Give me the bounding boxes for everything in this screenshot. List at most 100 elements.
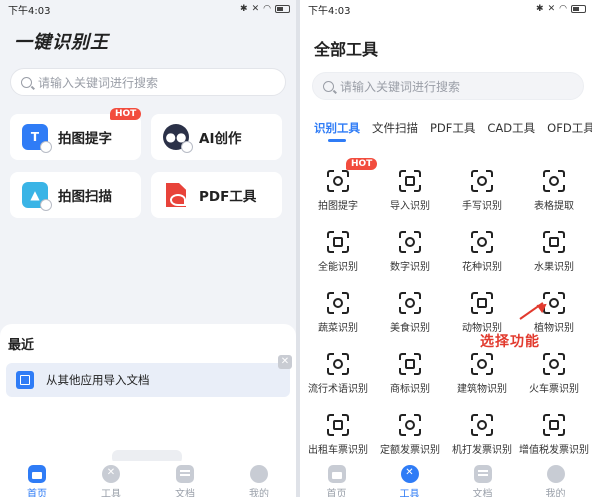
tab-label: 工具	[101, 489, 121, 497]
tab-home[interactable]: 首页	[307, 465, 367, 497]
feature-ai-create-button[interactable]: ●● AI创作	[151, 114, 282, 160]
tool-item[interactable]: 商标识别	[374, 353, 446, 395]
tab-label: 首页	[326, 489, 347, 497]
tool-item[interactable]: 蔬菜识别	[302, 292, 374, 334]
tool-item[interactable]: 建筑物识别	[446, 353, 518, 395]
tool-label: 商标识别	[390, 384, 430, 395]
tab-file-scan[interactable]: 文件扫描	[366, 120, 424, 146]
tool-label: 建筑物识别	[457, 384, 507, 395]
user-icon	[546, 465, 565, 483]
category-tabs: 识别工具 文件扫描 PDF工具 CAD工具 OFD工具	[300, 120, 592, 146]
tab-tools[interactable]: 工具	[380, 465, 440, 497]
tool-label: 定额发票识别	[380, 445, 440, 456]
battery-icon	[571, 5, 586, 13]
scan-frame-icon	[399, 414, 421, 436]
tool-item[interactable]: 定额发票识别	[374, 414, 446, 456]
status-bar: 下午4:03 ✱ ✕ ◠	[0, 0, 296, 18]
scan-frame-icon	[543, 353, 565, 375]
tab-home[interactable]: 首页	[7, 465, 67, 497]
scan-frame-icon	[327, 414, 349, 436]
hot-badge: HOT	[110, 108, 142, 120]
home-icon	[327, 465, 346, 483]
tool-item[interactable]: 增值税发票识别	[518, 414, 590, 456]
tab-recognition-tools[interactable]: 识别工具	[308, 120, 366, 146]
tool-item[interactable]: 全能识别	[302, 231, 374, 273]
bottom-tab-bar: 首页 工具 文档 我的	[300, 461, 592, 497]
tab-pdf-tools[interactable]: PDF工具	[424, 120, 481, 146]
scan-frame-icon	[471, 292, 493, 314]
tab-label: 文档	[175, 489, 195, 497]
tab-label: 首页	[27, 489, 47, 497]
tool-item[interactable]: 数字识别	[374, 231, 446, 273]
tab-me[interactable]: 我的	[229, 465, 289, 497]
search-input[interactable]: 请输入关键词进行搜索	[10, 68, 286, 96]
feature-photo-text-button[interactable]: T 拍图提字 HOT	[10, 108, 142, 160]
tool-item[interactable]: 动物识别	[446, 292, 518, 334]
all-tools-screen: 下午4:03 ✱ ✕ ◠ 全部工具 请输入关键词进行搜索 识别工具 文件扫描 P…	[300, 0, 592, 497]
tool-label: 蔬菜识别	[318, 323, 358, 334]
status-time: 下午4:03	[8, 5, 51, 17]
wifi-icon: ◠	[263, 3, 271, 14]
annotation-text: 选择功能	[480, 334, 540, 350]
tab-documents[interactable]: 文档	[453, 465, 513, 497]
tab-documents[interactable]: 文档	[155, 465, 215, 497]
scan-frame-icon	[471, 353, 493, 375]
status-icons: ✱ ✕ ◠	[240, 3, 290, 14]
tab-me[interactable]: 我的	[526, 465, 586, 497]
tool-item[interactable]: 花种识别	[446, 231, 518, 273]
feature-photo-scan-button[interactable]: ▲ 拍图扫描	[10, 172, 141, 218]
scan-frame-icon	[471, 170, 493, 192]
tool-label: 机打发票识别	[452, 445, 512, 456]
scan-frame-icon	[399, 353, 421, 375]
import-from-apps-button[interactable]: 从其他应用导入文档 ✕	[6, 355, 292, 397]
tool-label: 导入识别	[390, 201, 430, 212]
recent-title: 最近	[8, 338, 35, 353]
tab-ofd-tools[interactable]: OFD工具	[541, 120, 592, 146]
user-icon	[250, 465, 268, 483]
tool-label: 植物识别	[534, 323, 574, 334]
tab-label: 工具	[399, 489, 420, 497]
tool-item[interactable]: 表格提取	[518, 170, 590, 212]
text-image-icon: T	[22, 124, 52, 153]
page-title: 全部工具	[314, 40, 379, 59]
tool-label: 增值税发票识别	[519, 445, 589, 456]
tab-label: 我的	[249, 489, 269, 497]
tool-item[interactable]: 出租车票识别	[302, 414, 374, 456]
search-input[interactable]: 请输入关键词进行搜索	[312, 72, 584, 100]
tool-label: 拍图提字	[318, 201, 358, 212]
scan-frame-icon	[471, 231, 493, 253]
tab-cad-tools[interactable]: CAD工具	[481, 120, 541, 146]
scan-frame-icon	[399, 292, 421, 314]
scan-frame-icon	[543, 170, 565, 192]
tool-label: 花种识别	[462, 262, 502, 273]
tool-item[interactable]: 拍图提字 HOT	[302, 158, 378, 212]
status-bar: 下午4:03 ✱ ✕ ◠	[300, 0, 592, 18]
tool-label: 火车票识别	[529, 384, 579, 395]
tool-item[interactable]: 手写识别	[446, 170, 518, 212]
tab-label: 文档	[472, 489, 493, 497]
status-icons: ✱ ✕ ◠	[536, 4, 586, 14]
home-screen: 下午4:03 ✱ ✕ ◠ 一键识别王 请输入关键词进行搜索 T 拍图提字 HOT…	[0, 0, 296, 497]
tool-label: 表格提取	[534, 201, 574, 212]
tool-item[interactable]: 水果识别	[518, 231, 590, 273]
close-icon[interactable]: ✕	[278, 355, 292, 369]
feature-label: PDF工具	[199, 189, 257, 205]
mute-icon: ✕	[251, 3, 260, 14]
tool-label: 水果识别	[534, 262, 574, 273]
tool-item[interactable]: 火车票识别	[518, 353, 590, 395]
tool-item[interactable]: 导入识别	[374, 170, 446, 212]
tool-label: 流行术语识别	[308, 384, 368, 395]
battery-icon	[275, 5, 290, 13]
tool-item[interactable]: 流行术语识别	[302, 353, 374, 395]
bluetooth-icon: ✱	[240, 3, 248, 14]
tool-item[interactable]: 机打发票识别	[446, 414, 518, 456]
scan-frame-icon	[399, 231, 421, 253]
tab-tools[interactable]: 工具	[81, 465, 141, 497]
scan-frame-icon	[327, 231, 349, 253]
scan-frame-icon	[327, 292, 349, 314]
tool-label: 数字识别	[390, 262, 430, 273]
feature-grid: T 拍图提字 HOT ●● AI创作 ▲ 拍图扫描 PDF工具	[0, 108, 296, 218]
image-scan-icon: ▲	[22, 182, 52, 211]
feature-pdf-tools-button[interactable]: PDF工具	[151, 172, 282, 218]
tool-item[interactable]: 美食识别	[374, 292, 446, 334]
